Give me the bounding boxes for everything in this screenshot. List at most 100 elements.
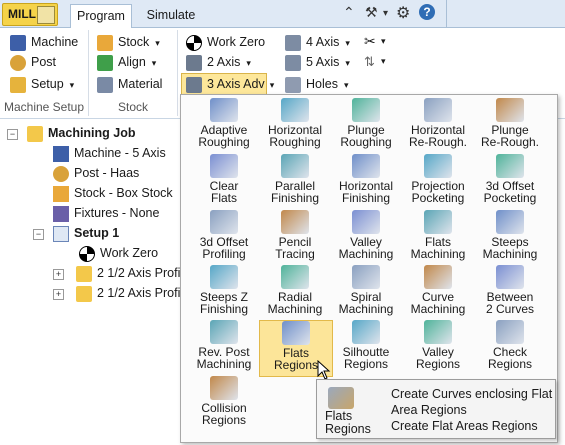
tooltip-line: Create Curves enclosing Flat: [391, 387, 553, 401]
tools-icon[interactable]: ✂: [364, 33, 376, 50]
gallery-item[interactable]: Silhoutte Regions: [330, 320, 402, 375]
tree-collapse-toggle[interactable]: −: [33, 229, 44, 240]
folder-icon: [76, 285, 92, 302]
toolpath-icon: [424, 154, 452, 178]
machine-button[interactable]: Machine: [10, 32, 78, 52]
tree-expand-toggle[interactable]: +: [53, 289, 64, 300]
chevron-down-icon[interactable]: ▾: [381, 56, 386, 67]
tree-item-work-zero[interactable]: Work Zero: [79, 243, 158, 263]
gallery-item-label: Plunge Re-Rough.: [480, 123, 540, 149]
chevron-down-icon[interactable]: ▾: [381, 36, 386, 47]
gallery-item-label: Projection Pocketing: [411, 179, 465, 205]
stock-button[interactable]: Stock ▾: [97, 32, 160, 52]
three-axis-adv-button[interactable]: 3 Axis Adv ▾: [181, 73, 274, 95]
toolpath-icon: [424, 320, 452, 344]
toolpath-icon: [210, 98, 238, 122]
tree-root-label: Machining Job: [48, 126, 136, 140]
tree-item-profile[interactable]: 2 1/2 Axis Profil: [76, 263, 183, 283]
tree-item-fixtures[interactable]: Fixtures - None: [53, 203, 159, 223]
gallery-item[interactable]: Rev. Post Machining: [188, 320, 260, 375]
gallery-item[interactable]: Horizontal Re-Rough.: [402, 98, 474, 153]
gallery-item[interactable]: 3d Offset Pocketing: [474, 154, 546, 209]
tree-item-profile[interactable]: 2 1/2 Axis Profil: [76, 283, 183, 303]
toolpath-icon: [210, 320, 238, 344]
toolpath-icon: [496, 320, 524, 344]
tree-item-label: 2 1/2 Axis Profil: [97, 266, 184, 280]
tab-program[interactable]: Program: [70, 4, 132, 28]
two-axis-button[interactable]: 2 Axis ▾: [186, 52, 251, 72]
chevron-down-icon: ▾: [246, 58, 251, 68]
material-icon: [97, 76, 113, 93]
folder-icon: [76, 265, 92, 282]
stock-icon: [97, 34, 113, 51]
tree-item-post[interactable]: Post - Haas: [53, 163, 139, 183]
gallery-item[interactable]: Spiral Machining: [330, 265, 402, 320]
tab-simulate[interactable]: Simulate: [138, 4, 204, 27]
gallery-item[interactable]: Flats Machining: [402, 210, 474, 265]
ribbon-separator: [177, 30, 178, 116]
gallery-item[interactable]: Horizontal Roughing: [259, 98, 331, 153]
hammer-icon[interactable]: ⚒: [365, 4, 378, 21]
machine-icon: [10, 34, 26, 51]
tree-item-label: Machine - 5 Axis: [74, 146, 166, 160]
gallery-item[interactable]: Curve Machining: [402, 265, 474, 320]
chevron-down-icon[interactable]: ▾: [383, 8, 388, 19]
material-button[interactable]: Material: [97, 74, 162, 94]
gallery-item-label: Steeps Z Finishing: [199, 290, 249, 316]
holes-button[interactable]: Holes ▾: [285, 74, 349, 94]
gallery-item[interactable]: 3d Offset Profiling: [188, 210, 260, 265]
gallery-item-label: Clear Flats: [209, 179, 239, 205]
tree-setup[interactable]: Setup 1: [53, 223, 119, 243]
gallery-item-label: Collision Regions: [201, 401, 247, 427]
toolpath-icon: [281, 98, 309, 122]
gallery-item-label: Radial Machining: [267, 290, 323, 316]
gallery-item[interactable]: Plunge Re-Rough.: [474, 98, 546, 153]
toolpath-icon: [210, 265, 238, 289]
gallery-item-label: Plunge Roughing: [340, 123, 392, 149]
gallery-item[interactable]: Horizontal Finishing: [330, 154, 402, 209]
gallery-item-label: Silhoutte Regions: [342, 345, 390, 371]
mill-app-button[interactable]: MILL: [2, 3, 58, 26]
gallery-item[interactable]: Valley Regions: [402, 320, 474, 375]
toolpath-icon: [210, 210, 238, 234]
work-zero-button[interactable]: Work Zero: [186, 32, 265, 52]
post-button[interactable]: Post: [10, 52, 56, 72]
tree-item-label: Work Zero: [100, 246, 159, 260]
gallery-item[interactable]: Clear Flats: [188, 154, 260, 209]
tree-expand-toggle[interactable]: +: [53, 269, 64, 280]
gallery-item[interactable]: Between 2 Curves: [474, 265, 546, 320]
tooltip-title: Flats Regions: [325, 409, 371, 436]
gallery-item-label: Horizontal Roughing: [267, 123, 323, 149]
toolpath-icon: [496, 154, 524, 178]
chevron-down-icon: ▾: [345, 58, 350, 68]
gallery-item[interactable]: Adaptive Roughing: [188, 98, 260, 153]
setup-button[interactable]: Setup ▾: [10, 74, 74, 94]
gear-icon[interactable]: ⚙: [396, 3, 410, 23]
five-axis-button[interactable]: 5 Axis ▾: [285, 52, 350, 72]
tree-root[interactable]: Machining Job: [27, 123, 136, 143]
gallery-item[interactable]: Plunge Roughing: [330, 98, 402, 153]
gallery-item[interactable]: Pencil Tracing: [259, 210, 331, 265]
four-axis-button[interactable]: 4 Axis ▾: [285, 32, 350, 52]
gallery-item[interactable]: Radial Machining: [259, 265, 331, 320]
tree-collapse-toggle[interactable]: −: [7, 129, 18, 140]
gallery-item[interactable]: Steeps Machining: [474, 210, 546, 265]
gallery-item[interactable]: Parallel Finishing: [259, 154, 331, 209]
tree-item-stock[interactable]: Stock - Box Stock: [53, 183, 173, 203]
align-icon: [97, 54, 113, 71]
three-axis-adv-icon: [186, 76, 202, 93]
gallery-item[interactable]: Collision Regions: [188, 376, 260, 431]
toolpath-icon: [210, 154, 238, 178]
gallery-item[interactable]: Check Regions: [474, 320, 546, 375]
tree-item-machine[interactable]: Machine - 5 Axis: [53, 143, 166, 163]
gallery-item[interactable]: Steeps Z Finishing: [188, 265, 260, 320]
gallery-item[interactable]: Projection Pocketing: [402, 154, 474, 209]
gallery-item[interactable]: Valley Machining: [330, 210, 402, 265]
align-button[interactable]: Align ▾: [97, 52, 156, 72]
toolpath-icon: [281, 265, 309, 289]
gallery-item-label: Adaptive Roughing: [198, 123, 250, 149]
sort-icon[interactable]: ⇅: [364, 54, 375, 70]
toolpath-icon: [210, 376, 238, 400]
caret-up-icon[interactable]: ⌃: [343, 4, 355, 21]
help-icon[interactable]: ?: [419, 4, 435, 20]
